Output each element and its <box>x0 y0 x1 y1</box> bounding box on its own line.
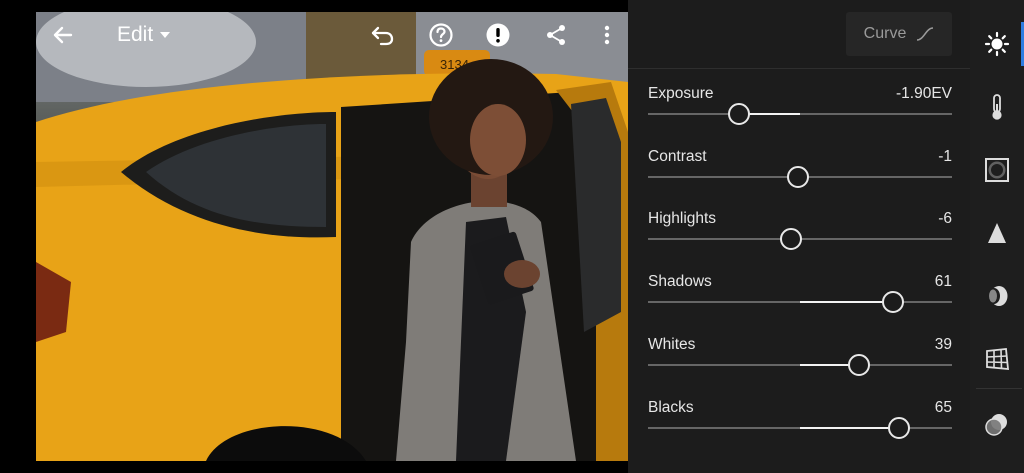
slider-row-whites: Whites 39 <box>648 336 952 386</box>
top-toolbar: Edit <box>36 12 628 58</box>
slider-value: 61 <box>934 273 952 291</box>
rail-item-light[interactable] <box>970 22 1024 66</box>
photo-canvas[interactable]: 3134 <box>36 12 628 461</box>
panel-divider <box>628 68 970 69</box>
rail-item-optics[interactable] <box>970 274 1024 318</box>
slider-label: Exposure <box>648 85 714 102</box>
rail-divider <box>976 388 1022 389</box>
back-button[interactable] <box>50 22 76 48</box>
rail-item-color[interactable] <box>970 85 1024 129</box>
adjust-panel: Curve Exposure -1.90EV Contrast -1 Highlight… <box>628 0 970 473</box>
rail-item-effects[interactable] <box>970 148 1024 192</box>
edit-mode-label: Edit <box>117 23 154 46</box>
caret-down-icon <box>160 32 171 38</box>
slider-label: Shadows <box>648 273 712 291</box>
presets-icon <box>985 414 1007 436</box>
slider-row-exposure: Exposure -1.90EV <box>648 85 952 135</box>
slider-value: 39 <box>934 335 952 353</box>
tool-rail <box>970 0 1024 473</box>
slider-label: Contrast <box>648 147 707 165</box>
curve-label: Curve <box>863 25 907 42</box>
slider-row-blacks: Blacks 65 <box>648 399 952 449</box>
edit-mode-dropdown[interactable]: Edit <box>117 22 171 48</box>
more-vertical-icon <box>604 25 610 45</box>
detail-sharpen-icon <box>988 223 1006 243</box>
slider-thumb[interactable] <box>848 353 871 376</box>
optics-icon <box>988 286 1008 306</box>
slider-thumb[interactable] <box>779 228 802 251</box>
share-icon <box>547 25 565 45</box>
photo-image: 3134 <box>36 12 628 461</box>
slider-track[interactable] <box>648 113 952 115</box>
slider-value: -6 <box>938 210 952 228</box>
more-options-button[interactable] <box>594 22 620 48</box>
slider-fill <box>800 426 899 429</box>
alert-button[interactable] <box>485 22 511 48</box>
rail-item-presets[interactable] <box>970 402 1024 446</box>
slider-row-contrast: Contrast -1 <box>648 148 952 198</box>
undo-button[interactable] <box>370 22 396 48</box>
slider-value: -1 <box>938 147 952 165</box>
slider-fill <box>800 301 893 304</box>
slider-label: Whites <box>648 335 696 353</box>
rail-item-geometry[interactable] <box>970 337 1024 381</box>
curve-button[interactable]: Curve <box>846 12 952 56</box>
geometry-icon <box>986 348 1010 370</box>
light-icon <box>984 31 1010 57</box>
slider-thumb[interactable] <box>787 165 810 188</box>
question-mark-icon <box>429 23 453 47</box>
curve-icon <box>917 27 934 41</box>
share-button[interactable] <box>543 22 569 48</box>
slider-label: Blacks <box>648 398 694 416</box>
arrow-left-icon <box>53 26 73 44</box>
slider-row-shadows: Shadows 61 <box>648 273 952 323</box>
help-button[interactable] <box>428 22 454 48</box>
slider-label: Highlights <box>648 210 717 228</box>
undo-icon <box>371 26 394 46</box>
slider-value: 65 <box>934 398 952 416</box>
slider-thumb[interactable] <box>887 416 910 439</box>
color-temperature-icon <box>992 94 1002 120</box>
slider-row-highlights: Highlights -6 <box>648 210 952 260</box>
slider-thumb[interactable] <box>881 291 904 314</box>
rail-item-detail[interactable] <box>970 211 1024 255</box>
slider-value: -1.90EV <box>895 85 952 102</box>
slider-thumb[interactable] <box>728 103 751 125</box>
effects-vignette-icon <box>985 158 1009 182</box>
exclamation-icon <box>486 23 510 47</box>
